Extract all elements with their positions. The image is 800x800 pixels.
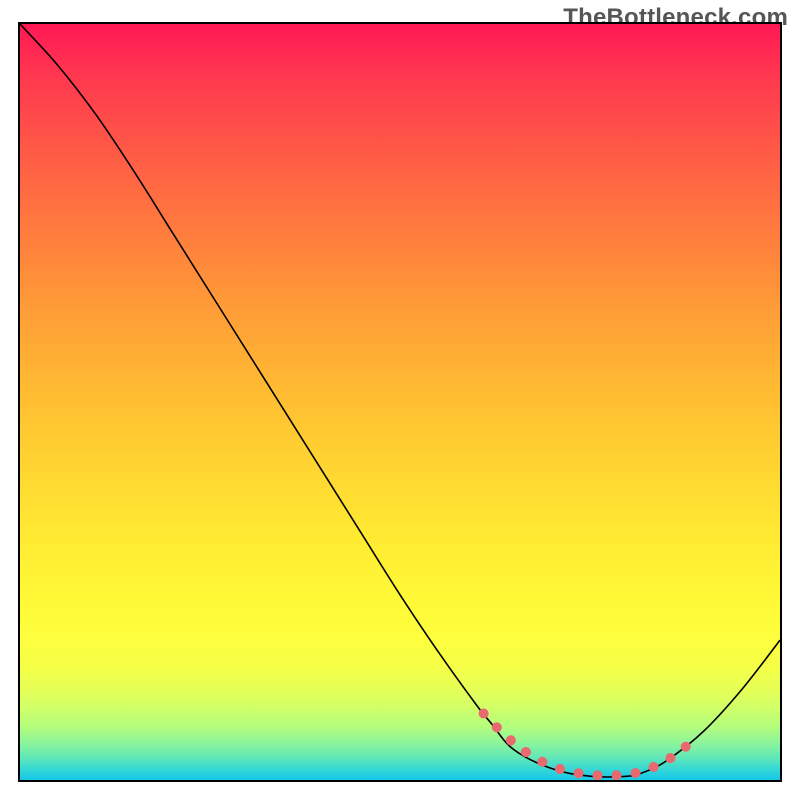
plot-area — [18, 22, 782, 782]
bottleneck-curve — [20, 24, 780, 777]
chart-svg — [20, 24, 780, 780]
chart-canvas: TheBottleneck.com — [0, 0, 800, 800]
